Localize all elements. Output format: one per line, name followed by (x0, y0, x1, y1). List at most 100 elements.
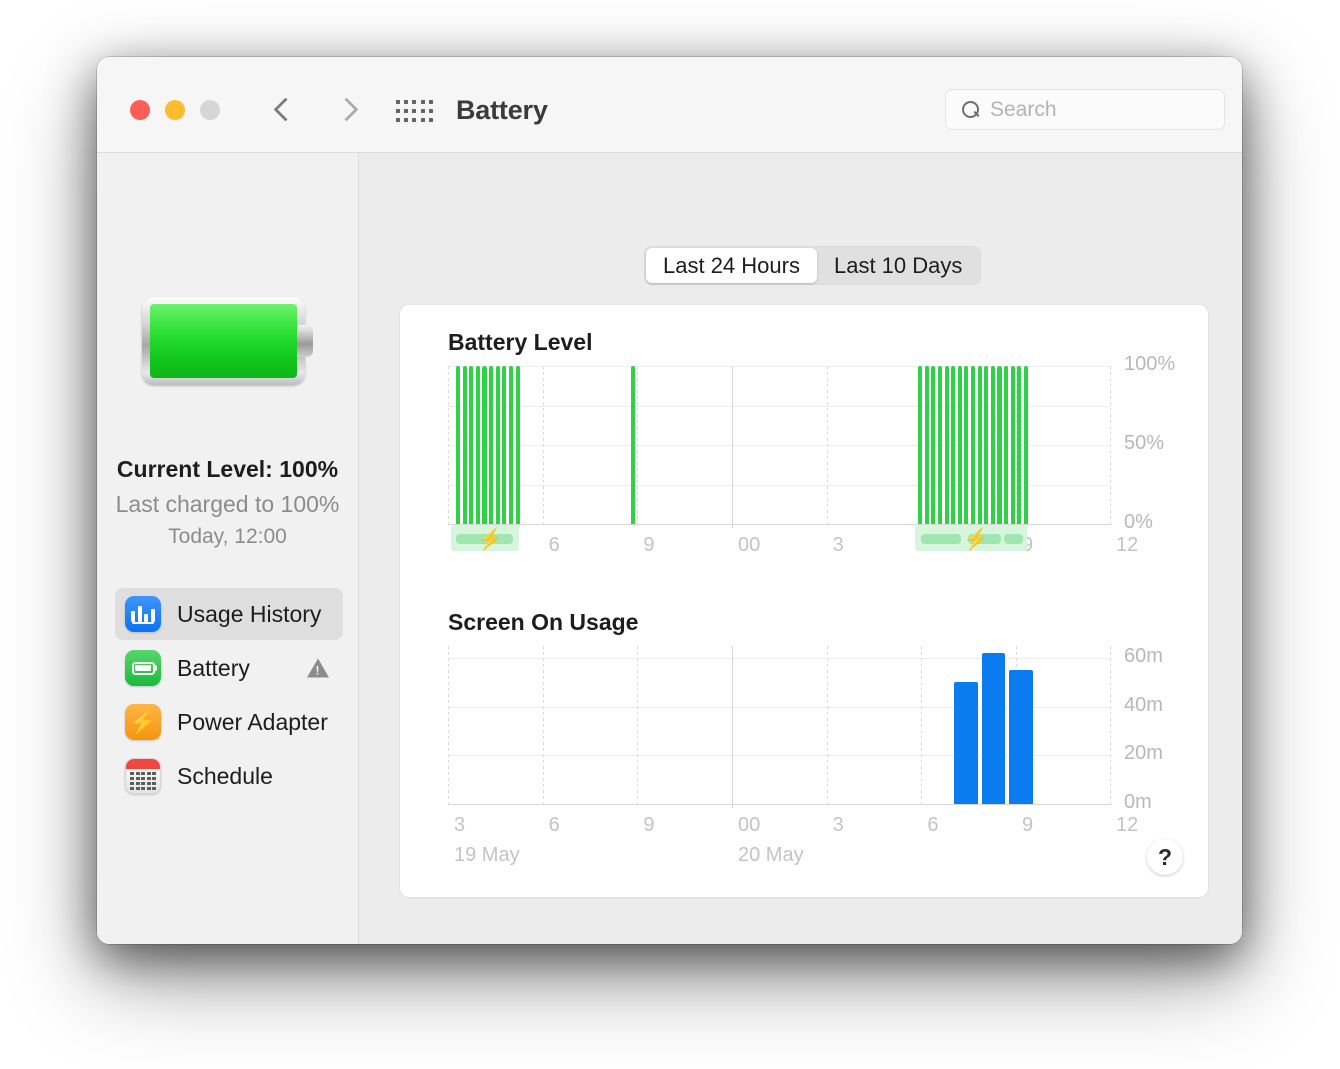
chart-bar (508, 366, 513, 524)
gridline-vertical (1110, 646, 1111, 808)
x-axis-tick-label: 3 (832, 534, 844, 556)
y-axis-tick-label: 40m (1124, 693, 1163, 716)
show-all-grid-icon[interactable] (396, 100, 434, 124)
last-charged-text: Last charged to 100% (115, 491, 340, 517)
window-body: Current Level: 100% Last charged to 100%… (97, 153, 1242, 944)
chart-bar (944, 366, 949, 524)
y-axis-tick-label: 0% (1124, 511, 1153, 533)
chart-bar (981, 653, 1006, 804)
sidebar-item-schedule[interactable]: Schedule (115, 750, 343, 802)
sidebar-item-usage-history[interactable]: Usage History (115, 588, 343, 640)
chart-bar (469, 366, 474, 524)
chart-bar (1017, 366, 1022, 524)
y-axis-tick-label: 100% (1124, 353, 1176, 375)
x-axis-tick-label: 00 (737, 814, 761, 836)
x-axis-tick-label: 3 (454, 814, 466, 836)
x-axis-tick-label: 6 (548, 814, 560, 836)
chart-bar (977, 366, 982, 524)
gridline-vertical (826, 366, 828, 528)
zoom-button[interactable] (200, 100, 220, 120)
charging-bolt-icon: ⚡ (477, 528, 504, 551)
system-preferences-window: Battery Search Current Level: 100% Last … (97, 57, 1242, 944)
gridline-vertical (731, 646, 733, 808)
search-placeholder: Search (990, 97, 1057, 121)
chart-bar (924, 366, 929, 524)
chart-bar (970, 366, 976, 524)
usage-history-icon (125, 596, 161, 632)
battery-status-icon (142, 297, 317, 385)
x-axis-tick-label: 12 (1116, 534, 1139, 556)
chart-bar (957, 366, 962, 524)
chart-bar (937, 366, 942, 524)
chart-bar (951, 366, 956, 524)
chart-bar (918, 366, 923, 524)
x-axis-tick-label: 00 (737, 534, 761, 556)
chevron-left-icon (275, 97, 290, 123)
back-button[interactable] (265, 93, 299, 127)
chart-bar (1008, 670, 1033, 804)
close-button[interactable] (130, 100, 150, 120)
chart-bar (964, 366, 969, 524)
chart-bar (997, 366, 1002, 524)
battery-icon (125, 650, 161, 686)
chart-bar (954, 682, 979, 804)
chart-bar (931, 366, 936, 524)
chart-bar (1023, 366, 1029, 524)
chart-bar (1004, 366, 1009, 524)
time-range-segmented-control: Last 24 Hours Last 10 Days (644, 246, 982, 285)
sidebar-item-label: Battery (177, 654, 250, 681)
current-level-text: Current Level: 100% (116, 456, 339, 482)
forward-button[interactable] (329, 93, 363, 127)
sidebar-item-label: Power Adapter (177, 708, 328, 735)
gridline-horizontal (448, 804, 1110, 805)
tab-last-24-hours[interactable]: Last 24 Hours (646, 248, 817, 283)
help-button[interactable]: ? (1147, 839, 1183, 875)
screenshot-stage: Battery Search Current Level: 100% Last … (0, 0, 1340, 1069)
sidebar-list: Usage History Battery ⚡ (115, 588, 343, 804)
y-axis-tick-label: 20m (1124, 742, 1163, 765)
sidebar: Current Level: 100% Last charged to 100%… (97, 153, 359, 944)
screen-on-usage-title: Screen On Usage (448, 609, 639, 635)
y-axis-tick-label: 50% (1124, 432, 1165, 454)
battery-terminal (297, 325, 313, 357)
tab-last-10-days[interactable]: Last 10 Days (817, 248, 979, 283)
chart-bar (984, 366, 989, 524)
gridline-vertical (826, 646, 828, 808)
gridline-vertical (448, 646, 449, 808)
charging-segment (1004, 534, 1023, 544)
sidebar-item-battery[interactable]: Battery (115, 642, 343, 694)
chart-bar (515, 366, 520, 524)
x-axis-tick-label: 12 (1116, 814, 1139, 836)
page-title: Battery (456, 95, 548, 125)
gridline-vertical (921, 646, 923, 808)
gridline-vertical (542, 366, 544, 528)
chart-bar (502, 366, 507, 524)
search-icon (962, 101, 979, 118)
day-label: 20 May (737, 844, 804, 866)
x-axis-tick-label: 9 (1021, 814, 1034, 836)
x-axis-tick-label: 6 (927, 814, 939, 836)
chevron-right-icon (339, 97, 354, 123)
screen-on-usage-chart: 3 6 9 00 3 6 9 12 0m 20m 40m 60m 19 May 20 May (448, 645, 1163, 866)
x-axis-tick-label: 3 (832, 814, 844, 836)
sidebar-item-label: Usage History (177, 600, 322, 627)
content-pane: Last 24 Hours Last 10 Days Battery Level… (359, 153, 1242, 944)
calendar-icon (125, 758, 161, 794)
x-axis-tick-label: 9 (643, 814, 655, 836)
chart-bar (495, 366, 500, 524)
charging-bolt-icon: ⚡ (962, 528, 990, 551)
window-titlebar: Battery Search (97, 57, 1242, 153)
chart-bar (482, 366, 487, 524)
chart-bar (462, 366, 467, 524)
x-axis-tick-label: 9 (643, 534, 655, 556)
battery-shell (142, 297, 305, 385)
gridline-vertical (1110, 366, 1111, 528)
battery-level-title: Battery Level (448, 329, 593, 355)
day-label: 19 May (454, 844, 520, 866)
chart-bar (990, 366, 995, 524)
last-charged-time-text: Today, 12:00 (168, 525, 287, 548)
gridline-vertical (542, 646, 544, 808)
minimize-button[interactable] (165, 100, 185, 120)
sidebar-item-power-adapter[interactable]: ⚡ Power Adapter (115, 696, 343, 748)
search-input[interactable]: Search (945, 89, 1225, 130)
